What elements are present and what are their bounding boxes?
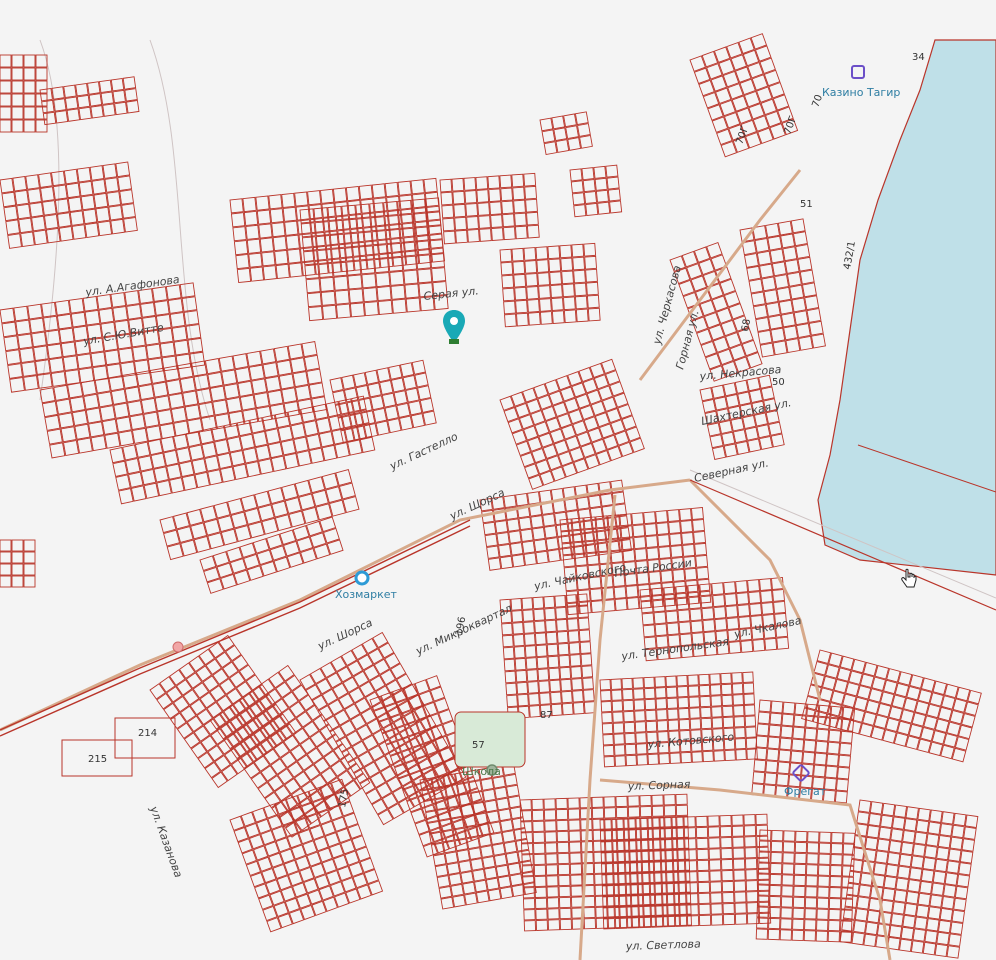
map-canvas[interactable]: ул. А.Агафонова ул. С.Ю.Витте Серая ул. … bbox=[0, 0, 996, 960]
poi-label: Казино Тагир bbox=[822, 86, 900, 99]
cadastral-map[interactable]: ул. А.Агафонова ул. С.Ю.Витте Серая ул. … bbox=[0, 0, 996, 960]
cursor-hand-icon bbox=[901, 568, 917, 588]
poi-label: Школа bbox=[462, 765, 501, 778]
poi-label: Хозмаркет bbox=[335, 588, 398, 601]
parcel-number: 68 bbox=[740, 318, 753, 332]
parcel-number: 57 bbox=[472, 740, 485, 751]
parcel-number: 34 bbox=[912, 52, 925, 63]
parcel-number: 87 bbox=[540, 710, 553, 721]
poi-icon bbox=[354, 570, 370, 586]
poi-label: Фрегат bbox=[784, 785, 827, 798]
parcel-number: 50 bbox=[772, 377, 785, 388]
location-pin-icon[interactable] bbox=[441, 309, 467, 345]
poi-school[interactable]: Школа bbox=[462, 764, 501, 778]
street-label: ул. Светлова bbox=[625, 937, 702, 953]
school-yard bbox=[454, 711, 526, 768]
parcel-number: 214 bbox=[138, 728, 157, 739]
parcel-number: 215 bbox=[88, 754, 107, 765]
street-label: ул. Сорная bbox=[627, 778, 691, 793]
parcel-number: 51 bbox=[800, 199, 813, 210]
marker-dot bbox=[172, 641, 184, 653]
